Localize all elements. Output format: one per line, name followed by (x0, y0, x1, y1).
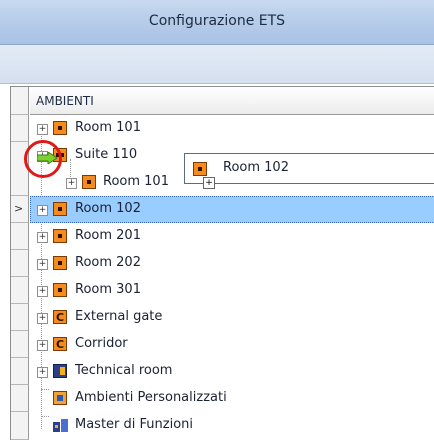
row-header[interactable] (11, 412, 29, 440)
tree-row-label: Technical room (75, 363, 173, 378)
row-pointer-icon: > (14, 202, 24, 215)
drag-ghost: Room 102 + (184, 153, 434, 189)
row-header[interactable] (11, 385, 29, 412)
technical-room-icon (53, 364, 67, 378)
tree-row-label: External gate (75, 309, 163, 324)
master-functions-icon (53, 419, 68, 432)
window-title: Configurazione ETS (148, 13, 286, 29)
tree-row-corridor[interactable]: + C Corridor (30, 331, 434, 358)
room-icon (53, 229, 67, 243)
expand-icon[interactable]: + (37, 124, 48, 135)
row-header[interactable]: > (11, 196, 29, 223)
row-header[interactable] (11, 358, 29, 385)
expand-icon[interactable]: + (37, 259, 48, 270)
tree-row-ambienti-personalizzati[interactable]: Ambienti Personalizzati (30, 385, 434, 412)
rooms-grid: AMBIENTI > + Room 101 + Suite 110 + Room… (10, 86, 434, 440)
expand-icon[interactable]: + (66, 178, 77, 189)
tree-row-label: Room 201 (75, 228, 141, 243)
tree-row-room-102[interactable]: + Room 102 (30, 196, 434, 223)
tree-row-label: Suite 110 (75, 147, 138, 162)
row-header[interactable] (11, 250, 29, 277)
expand-icon[interactable]: + (37, 286, 48, 297)
tree-row-label: Corridor (75, 336, 128, 351)
row-header[interactable] (11, 331, 29, 358)
row-header[interactable] (11, 304, 29, 331)
zone-c-icon: C (53, 310, 67, 324)
tree-row-room-202[interactable]: + Room 202 (30, 250, 434, 277)
tree-row-label: Master di Funzioni (75, 417, 194, 432)
row-header[interactable] (11, 277, 29, 304)
expand-icon[interactable]: + (37, 367, 48, 378)
tree-row-label: Room 101 (75, 120, 141, 135)
tree-row-external-gate[interactable]: + C External gate (30, 304, 434, 331)
column-header[interactable]: AMBIENTI (30, 87, 434, 115)
tree-row-label: Room 202 (75, 255, 141, 270)
corner-header (11, 87, 29, 115)
tree-row-master-di-funzioni[interactable]: Master di Funzioni (30, 412, 434, 439)
zone-c-icon: C (53, 337, 67, 351)
tree-row-room-101[interactable]: + Room 101 (30, 115, 434, 142)
room-icon (53, 121, 67, 135)
custom-rooms-icon (53, 391, 67, 405)
tree-row-label: Room 301 (75, 282, 141, 297)
tree-row-room-301[interactable]: + Room 301 (30, 277, 434, 304)
room-icon (53, 283, 67, 297)
tree-row-label: Ambienti Personalizzati (75, 390, 227, 405)
column-header-label: AMBIENTI (36, 94, 94, 108)
window-titlebar: Configurazione ETS (0, 0, 434, 45)
drag-ghost-label: Room 102 (223, 160, 289, 175)
room-icon (82, 175, 96, 189)
tree-row-label: Room 102 (75, 201, 141, 216)
tree-row-technical-room[interactable]: + Technical room (30, 358, 434, 385)
highlight-circle (24, 140, 62, 178)
room-icon (193, 162, 207, 176)
expand-icon[interactable]: + (37, 313, 48, 324)
drag-plus-icon: + (203, 177, 215, 189)
tree-row-label: Room 101 (103, 174, 169, 189)
row-header[interactable] (11, 115, 29, 142)
toolbar (0, 45, 434, 84)
room-icon (53, 256, 67, 270)
expand-icon[interactable]: + (37, 340, 48, 351)
row-header[interactable] (11, 223, 29, 250)
expand-icon[interactable]: + (37, 205, 48, 216)
tree-row-room-201[interactable]: + Room 201 (30, 223, 434, 250)
room-icon (53, 202, 67, 216)
expand-icon[interactable]: + (37, 232, 48, 243)
